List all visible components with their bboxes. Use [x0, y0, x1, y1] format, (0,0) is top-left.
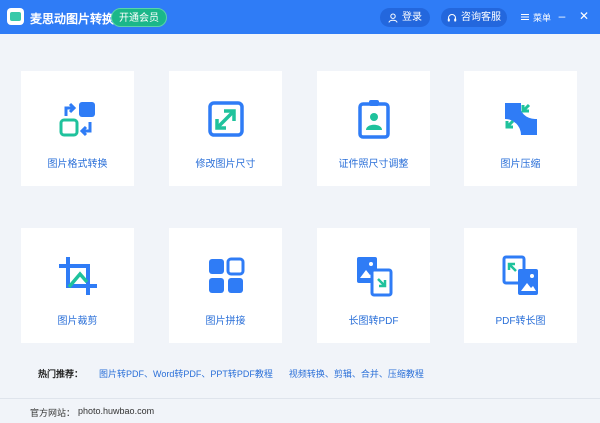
- footer: 官方网站： photo.huwbao.com: [30, 406, 154, 419]
- support-button[interactable]: 咨询客服: [441, 8, 507, 27]
- tool-label: 图片裁剪: [57, 316, 98, 327]
- tool-card-grid-join[interactable]: 图片拼接: [169, 228, 282, 343]
- title-bar: 麦思动图片转换器 开通会员 登录 咨询客服 菜单 – ✕: [0, 0, 600, 34]
- tool-card-compress[interactable]: 图片压缩: [464, 71, 577, 186]
- login-button[interactable]: 登录: [380, 8, 430, 27]
- support-label: 咨询客服: [461, 12, 501, 23]
- vip-button[interactable]: 开通会员: [111, 8, 167, 27]
- tool-label: PDF转长图: [495, 316, 546, 327]
- format-convert-icon: [56, 97, 100, 141]
- resize-icon: [204, 97, 248, 141]
- tool-card-format-convert[interactable]: 图片格式转换: [21, 71, 134, 186]
- footer-divider: [0, 398, 600, 399]
- tool-card-pdf-to-long-image[interactable]: PDF转长图: [464, 228, 577, 343]
- headset-icon: [447, 13, 457, 21]
- id-photo-icon: [352, 97, 396, 141]
- hot-recommend: 热门推荐： 图片转PDF、Word转PDF、PPT转PDF教程 视频转换、剪辑、…: [38, 367, 440, 379]
- hot-recommend-label: 热门推荐：: [38, 369, 84, 379]
- app-logo-icon: [7, 8, 24, 25]
- tool-label: 修改图片尺寸: [195, 159, 256, 170]
- tool-label: 图片格式转换: [47, 159, 108, 170]
- footer-url[interactable]: photo.huwbao.com: [78, 406, 154, 419]
- long-image-to-pdf-icon: [352, 254, 396, 298]
- tool-card-resize[interactable]: 修改图片尺寸: [169, 71, 282, 186]
- menu-label: 菜单: [533, 12, 552, 23]
- user-icon: [388, 13, 398, 23]
- tool-label: 图片拼接: [205, 316, 246, 327]
- hot-link-video-tutorial[interactable]: 视频转换、剪辑、合并、压缩教程: [289, 367, 424, 379]
- tool-label: 图片压缩: [500, 159, 541, 170]
- tool-card-id-photo[interactable]: 证件照尺寸调整: [317, 71, 430, 186]
- minimize-button[interactable]: –: [556, 10, 568, 22]
- hot-link-pdf-tutorial[interactable]: 图片转PDF、Word转PDF、PPT转PDF教程: [99, 367, 273, 379]
- tool-label: 证件照尺寸调整: [338, 159, 409, 170]
- login-label: 登录: [402, 12, 422, 23]
- menu-button[interactable]: 菜单: [520, 11, 551, 23]
- compress-icon: [499, 97, 543, 141]
- menu-icon: [521, 14, 529, 20]
- close-button[interactable]: ✕: [578, 10, 590, 22]
- tool-card-long-image-to-pdf[interactable]: 长图转PDF: [317, 228, 430, 343]
- crop-icon: [56, 254, 100, 298]
- tool-card-crop[interactable]: 图片裁剪: [21, 228, 134, 343]
- grid-join-icon: [204, 254, 248, 298]
- tool-label: 长图转PDF: [348, 316, 399, 327]
- footer-label: 官方网站：: [30, 408, 76, 418]
- pdf-to-long-image-icon: [499, 254, 543, 298]
